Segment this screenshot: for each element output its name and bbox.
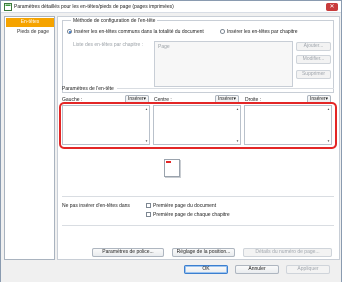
no-header-label: Ne pas insérer d'en-têtes dans <box>62 203 130 209</box>
scroll-down-icon[interactable]: ▼ <box>145 139 148 143</box>
header-params-divider <box>117 88 334 89</box>
scroll-up-icon[interactable]: ▲ <box>236 107 239 111</box>
page-number-details-button[interactable]: Détails du numéro de page... <box>243 248 332 257</box>
dialog-footer: OK Annuler Appliquer <box>1 262 341 282</box>
position-settings-button[interactable]: Réglage de la position... <box>172 248 235 257</box>
right-header-editor[interactable]: ▲ ▼ <box>244 105 332 145</box>
cancel-button[interactable]: Annuler <box>235 265 279 274</box>
scroll-up-icon[interactable]: ▲ <box>145 107 148 111</box>
first-doc-page-checkbox[interactable] <box>146 203 151 208</box>
config-method-group: Méthode de configuration de l'en-tête In… <box>62 18 334 93</box>
list-item[interactable]: Page <box>158 44 170 50</box>
settings-panel: Méthode de configuration de l'en-tête In… <box>57 16 340 260</box>
dialog-window: Paramètres détaillés pour les en-têtes/p… <box>0 0 342 282</box>
scroll-up-icon[interactable]: ▲ <box>327 107 330 111</box>
add-button[interactable]: Ajouter... <box>296 42 331 51</box>
ok-button[interactable]: OK <box>184 265 228 274</box>
radio-common-label: Insérer les en-têtes communs dans la tot… <box>74 29 204 35</box>
preview-header-marker <box>166 161 171 163</box>
apply-button[interactable]: Appliquer <box>286 265 330 274</box>
section-divider <box>62 225 334 226</box>
config-method-title: Méthode de configuration de l'en-tête <box>71 18 158 24</box>
chapter-headers-list[interactable]: Page <box>154 41 293 87</box>
app-icon <box>4 3 12 11</box>
delete-button[interactable]: Supprimer <box>296 70 331 79</box>
window-title: Paramètres détaillés pour les en-têtes/p… <box>14 4 174 10</box>
first-chapter-page-checkbox[interactable] <box>146 212 151 217</box>
chapter-list-label: Liste des en-têtes par chapitre : <box>73 42 144 48</box>
first-chapter-page-label: Première page de chaque chapitre <box>153 212 230 218</box>
left-header-editor[interactable]: ▲ ▼ <box>62 105 150 145</box>
nav-item-footers[interactable]: Pieds de page <box>6 28 54 37</box>
nav-item-headers[interactable]: En-têtes <box>6 18 54 27</box>
page-preview <box>164 159 180 177</box>
header-params-title: Paramètres de l'en-tête <box>62 86 114 92</box>
title-bar: Paramètres détaillés pour les en-têtes/p… <box>1 1 341 13</box>
modify-button[interactable]: Modifier... <box>296 55 331 64</box>
center-header-editor[interactable]: ▲ ▼ <box>153 105 241 145</box>
close-button[interactable]: ✕ <box>326 3 338 11</box>
radio-common-headers[interactable] <box>67 29 72 34</box>
scroll-down-icon[interactable]: ▼ <box>236 139 239 143</box>
scroll-down-icon[interactable]: ▼ <box>327 139 330 143</box>
first-doc-page-label: Première page du document <box>153 203 217 209</box>
font-settings-button[interactable]: Paramètres de police... <box>92 248 164 257</box>
radio-per-chapter[interactable] <box>220 29 225 34</box>
section-divider <box>62 196 334 197</box>
radio-per-chapter-label: Insérer les en-têtes par chapitre <box>227 29 298 35</box>
category-list: En-têtes Pieds de page <box>4 16 55 260</box>
